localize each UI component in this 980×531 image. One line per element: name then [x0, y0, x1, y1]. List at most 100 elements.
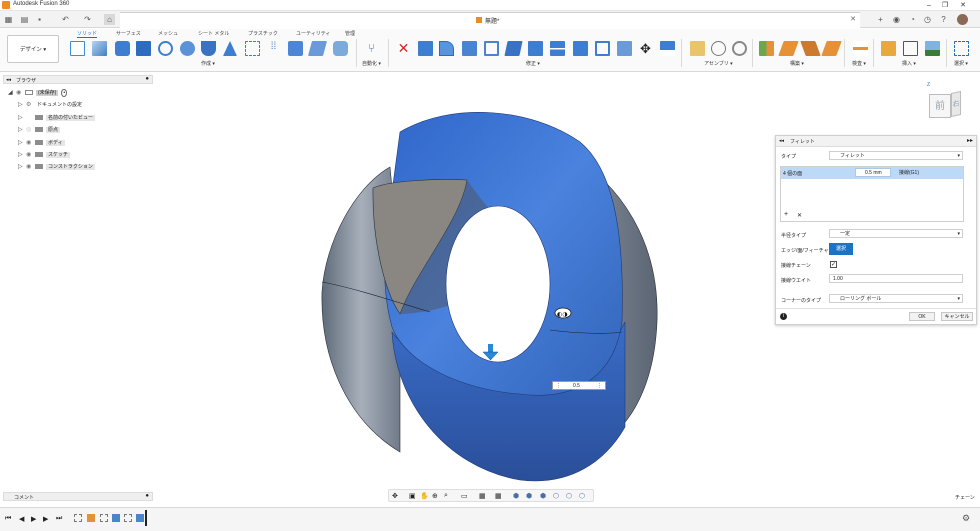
timeline-plane-icon[interactable] [87, 514, 95, 522]
split-face-icon[interactable] [617, 41, 632, 56]
automate-menu[interactable]: 自動化 ▾ [362, 60, 381, 67]
shell-icon[interactable] [484, 41, 499, 56]
minimize-button[interactable]: – [922, 0, 936, 11]
browser-root[interactable]: ◢ ◉ (未保存) • [8, 88, 68, 98]
wireframe-view-icon[interactable]: ⬡ [566, 492, 572, 500]
browser-panel-header[interactable]: ◂◂ ブラウザ ● [3, 75, 153, 84]
orbit-icon[interactable]: ✥ [392, 492, 398, 500]
plane-at-angle-icon[interactable] [778, 41, 799, 56]
canvas-viewport[interactable]: ◐◑ [160, 72, 770, 490]
zoom-icon[interactable]: ⊕ [432, 492, 438, 500]
visibility-eye-icon[interactable]: ◉ [26, 138, 35, 148]
measure-icon[interactable] [853, 41, 868, 56]
corner-type-select[interactable]: ローリング ボール ▾ [829, 294, 963, 303]
create-menu[interactable]: 作成 ▾ [201, 60, 215, 67]
tab-mesh[interactable]: メッシュ [158, 30, 178, 37]
cancel-button[interactable]: キャンセル [941, 312, 973, 321]
expand-arrow-icon[interactable]: ▷ [18, 150, 26, 160]
timeline-marker[interactable] [145, 510, 147, 526]
visibility-eye-icon[interactable]: ◉ [26, 150, 35, 160]
tangent-weight-input[interactable]: 1.00 [829, 274, 963, 283]
document-tab[interactable]: 無題* ✕ [120, 12, 860, 28]
automate-icon[interactable]: ⑂ [364, 41, 379, 56]
tab-surface[interactable]: サーフェス [116, 30, 141, 37]
job-status-icon[interactable]: ◔ [907, 14, 918, 25]
delete-icon[interactable]: ✕ [396, 41, 411, 56]
select-menu[interactable]: 選択 ▾ [954, 60, 968, 67]
revolve-icon[interactable] [136, 41, 151, 56]
as-built-joint-icon[interactable] [732, 41, 747, 56]
pyramid-icon[interactable] [223, 41, 237, 56]
more-options-icon[interactable]: ⋮ [597, 382, 602, 390]
browser-pin-icon[interactable]: ● [145, 76, 149, 82]
selection-list[interactable]: 4 個の面 0.5 mm 接線(G1) + ✕ [780, 166, 964, 222]
boundary-fill-icon[interactable] [333, 41, 348, 56]
browser-item-bodies[interactable]: ▷ ◉ ボディ [18, 138, 65, 148]
activate-radio-icon[interactable]: • [61, 89, 68, 97]
offset-face-icon[interactable] [573, 41, 588, 56]
new-tab-icon[interactable]: + [875, 14, 886, 25]
drag-grip-icon[interactable]: ⋮ [556, 382, 561, 390]
wireframe-hidden-view-icon[interactable]: ⬡ [579, 492, 585, 500]
remove-selection-button[interactable]: ✕ [797, 212, 802, 219]
maximize-button[interactable]: ❐ [938, 0, 952, 11]
file-icon[interactable]: ▤ [19, 14, 30, 25]
fit-icon[interactable]: ⌕ [444, 492, 448, 500]
extrude-icon[interactable] [115, 41, 130, 56]
create-form-icon[interactable] [92, 41, 107, 56]
expand-arrow-icon[interactable]: ▷ [18, 100, 26, 110]
tab-solid[interactable]: ソリッド [77, 30, 98, 38]
browser-item-document-settings[interactable]: ▷ ⚙ ドキュメントの設定 [18, 100, 84, 110]
display-settings-icon[interactable]: ▭ [461, 492, 468, 500]
ok-button[interactable]: OK [909, 312, 935, 321]
step-forward-icon[interactable]: ▶ [43, 515, 48, 523]
type-select[interactable]: フィレット ▾ [829, 151, 963, 160]
insert-derive-icon[interactable] [881, 41, 896, 56]
selection-row[interactable]: 4 個の面 0.5 mm 接線(G1) [781, 167, 963, 179]
go-to-end-icon[interactable]: ⏭ [56, 515, 62, 523]
collapse-icon[interactable]: ◂◂ [6, 77, 11, 83]
browser-item-sketches[interactable]: ▷ ◉ スケッチ [18, 150, 71, 160]
chamfer-icon[interactable] [462, 41, 477, 56]
visibility-eye-icon[interactable]: ◉ [16, 88, 25, 98]
modify-menu[interactable]: 修正 ▾ [526, 60, 540, 67]
app-grid-icon[interactable]: ▦ [3, 14, 14, 25]
timeline-loft-icon[interactable] [112, 514, 120, 522]
fillet-handle-icon[interactable]: ◐◑ [554, 307, 572, 319]
assemble-menu[interactable]: アセンブリ ▾ [704, 60, 733, 67]
insert-menu[interactable]: 挿入 ▾ [902, 60, 916, 67]
draft-icon[interactable] [504, 41, 523, 56]
tangent-chain-checkbox[interactable]: ✓ [830, 261, 837, 268]
construct-menu[interactable]: 構築 ▾ [790, 60, 804, 67]
notifications-icon[interactable]: ◷ [922, 14, 933, 25]
tab-sheet-metal[interactable]: シート メタル [198, 30, 229, 37]
browser-item-construction[interactable]: ▷ ◉ コンストラクション [18, 162, 95, 172]
radius-field[interactable]: 0.5 mm [855, 168, 891, 177]
sweep-icon[interactable] [180, 41, 195, 56]
workspace-switcher[interactable]: デザイン ▾ [7, 35, 59, 63]
continuity-select[interactable]: 接線(G1) [899, 169, 919, 176]
radius-inline-value[interactable]: 0.5 [573, 382, 580, 390]
hidden-edges-view-icon[interactable]: ⬢ [540, 492, 546, 500]
shaded-edges-view-icon[interactable]: ⬢ [526, 492, 532, 500]
radius-input-box[interactable]: ⋮ 0.5 ⋮ [552, 381, 606, 390]
expand-arrow-icon[interactable]: ▷ [18, 162, 26, 172]
midplane-icon[interactable] [821, 41, 842, 56]
comments-panel-header[interactable]: コメント ● [3, 492, 153, 501]
look-at-icon[interactable]: ▣ [409, 492, 416, 500]
tab-plastic[interactable]: プラスチック [248, 30, 278, 37]
inspect-menu[interactable]: 検査 ▾ [852, 60, 866, 67]
radius-type-select[interactable]: 一定 ▾ [829, 229, 963, 238]
viewport-layout-icon[interactable]: ▦ [495, 492, 502, 500]
undo-icon[interactable]: ↶ [60, 14, 71, 25]
expand-arrow-icon[interactable]: ▷ [18, 138, 26, 148]
hole-icon[interactable] [158, 41, 173, 56]
shaded-view-icon[interactable]: ⬢ [513, 492, 519, 500]
viewcube-widget[interactable]: 前 右 Z [921, 82, 971, 126]
help-icon[interactable]: ? [938, 14, 949, 25]
scale-icon[interactable] [528, 41, 543, 56]
create-sketch-icon[interactable] [70, 41, 85, 56]
canvas-icon[interactable] [925, 41, 940, 56]
tab-manage[interactable]: 管理 [345, 30, 355, 37]
offset-plane-icon[interactable] [759, 41, 774, 56]
